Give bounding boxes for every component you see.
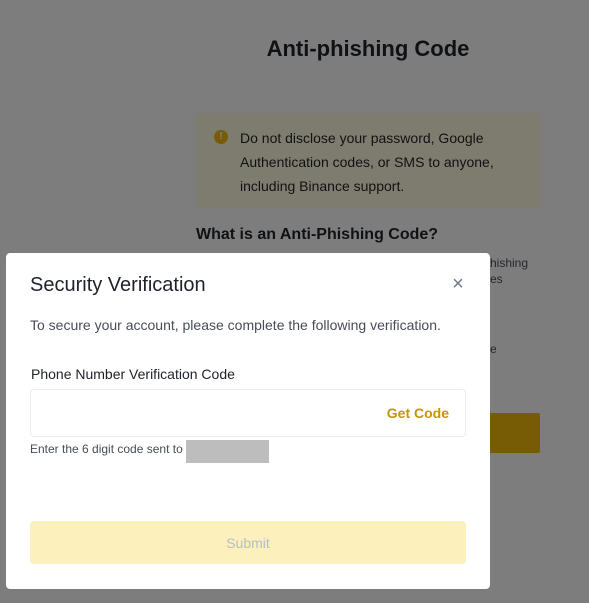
get-code-button[interactable]: Get Code [387,405,449,421]
verification-code-input[interactable] [41,398,375,430]
modal-title: Security Verification [30,274,206,296]
code-sent-hint: Enter the 6 digit code sent to [30,442,183,456]
modal-description: To secure your account, please complete … [30,317,441,333]
security-verification-modal: Security Verification × To secure your a… [6,253,490,589]
redacted-phone-number [186,440,269,463]
verification-code-label: Phone Number Verification Code [31,366,235,382]
close-icon[interactable]: × [449,273,467,295]
submit-button[interactable]: Submit [30,521,466,564]
verification-code-field[interactable]: Get Code [30,389,466,437]
